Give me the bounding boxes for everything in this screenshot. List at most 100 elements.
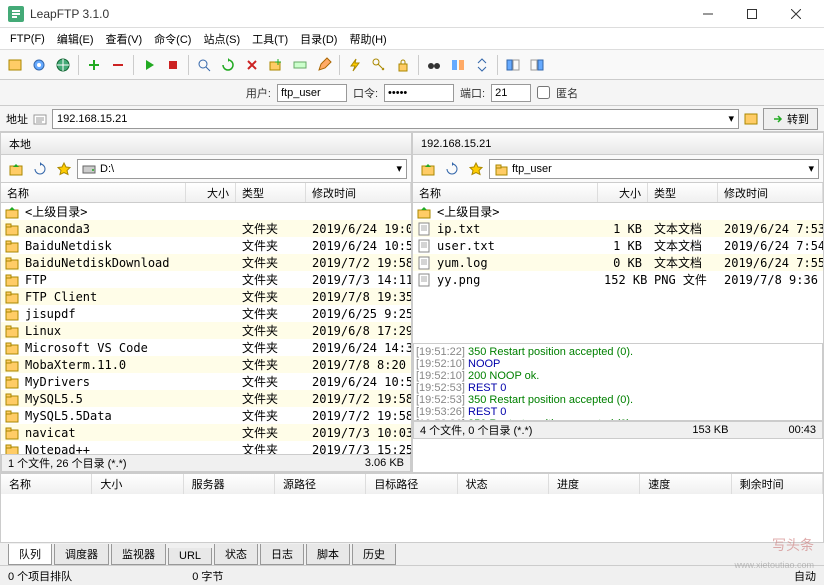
remote-fav-icon[interactable] xyxy=(465,158,487,180)
file-row[interactable]: BaiduNetdiskDownload文件夹2019/7/2 19:58 xyxy=(1,254,411,271)
file-row[interactable]: FTP Client文件夹2019/7/8 19:35 xyxy=(1,288,411,305)
remote-up-icon[interactable] xyxy=(417,158,439,180)
stop-icon[interactable] xyxy=(162,54,184,76)
queue-col[interactable]: 目标路径 xyxy=(366,474,457,494)
chevron-down-icon[interactable]: ▾ xyxy=(396,162,402,175)
local-tab[interactable]: 本地 xyxy=(1,133,411,155)
col-date[interactable]: 修改时间 xyxy=(718,183,823,202)
col-type[interactable]: 类型 xyxy=(236,183,306,202)
key-icon[interactable] xyxy=(368,54,390,76)
file-row[interactable]: yy.png152 KBPNG 文件2019/7/8 9:36 xyxy=(413,271,823,288)
refresh-icon[interactable] xyxy=(217,54,239,76)
remote-path-combo[interactable]: ftp_user ▾ xyxy=(489,159,819,179)
lock-icon[interactable] xyxy=(392,54,414,76)
file-row[interactable]: Linux文件夹2019/6/8 17:29 xyxy=(1,322,411,339)
file-row[interactable]: navicat文件夹2019/7/3 10:03 xyxy=(1,424,411,441)
close-button[interactable] xyxy=(776,2,816,26)
minimize-button[interactable] xyxy=(688,2,728,26)
col-size[interactable]: 大小 xyxy=(186,183,236,202)
file-row[interactable]: ip.txt1 KB文本文档2019/6/24 7:53 xyxy=(413,220,823,237)
chevron-down-icon[interactable]: ▾ xyxy=(808,162,814,175)
col-name[interactable]: 名称 xyxy=(1,183,186,202)
col-date[interactable]: 修改时间 xyxy=(306,183,411,202)
file-row[interactable]: MobaXterm.11.0文件夹2019/7/8 8:20 xyxy=(1,356,411,373)
bottom-tab[interactable]: 监视器 xyxy=(111,544,166,565)
file-row[interactable]: user.txt1 KB文本文档2019/6/24 7:54 xyxy=(413,237,823,254)
queue-col[interactable]: 名称 xyxy=(1,474,92,494)
local-fav-icon[interactable] xyxy=(53,158,75,180)
queue-col[interactable]: 状态 xyxy=(458,474,549,494)
local-path-combo[interactable]: D:\ ▾ xyxy=(77,159,407,179)
globe-icon[interactable] xyxy=(52,54,74,76)
delete-icon[interactable] xyxy=(241,54,263,76)
file-row[interactable]: Microsoft VS Code文件夹2019/6/24 14:3 xyxy=(1,339,411,356)
file-row[interactable]: MyDrivers文件夹2019/6/24 10:5 xyxy=(1,373,411,390)
col-type[interactable]: 类型 xyxy=(648,183,718,202)
menu-item[interactable]: 帮助(H) xyxy=(343,29,392,49)
bottom-tab[interactable]: 状态 xyxy=(214,544,258,565)
go-button[interactable]: 转到 xyxy=(763,108,818,130)
port-input[interactable] xyxy=(491,84,531,102)
rename-icon[interactable] xyxy=(289,54,311,76)
menu-item[interactable]: 编辑(E) xyxy=(51,29,100,49)
local-filelist[interactable]: <上级目录>anaconda3文件夹2019/6/24 19:0BaiduNet… xyxy=(1,203,411,454)
bottom-tab[interactable]: 队列 xyxy=(8,544,52,565)
log-panel[interactable]: [19:51:22] 350 Restart position accepted… xyxy=(413,343,823,421)
bottom-tab[interactable]: URL xyxy=(168,548,212,565)
remote-filelist[interactable]: <上级目录>ip.txt1 KB文本文档2019/6/24 7:53user.t… xyxy=(413,203,823,343)
queue-body[interactable] xyxy=(1,494,823,542)
file-row[interactable]: anaconda3文件夹2019/6/24 19:0 xyxy=(1,220,411,237)
pass-input[interactable] xyxy=(384,84,454,102)
toggle-left-icon[interactable] xyxy=(502,54,524,76)
file-row[interactable]: Notepad++文件夹2019/7/3 15:25 xyxy=(1,441,411,454)
add-icon[interactable] xyxy=(83,54,105,76)
file-row[interactable]: BaiduNetdisk文件夹2019/6/24 10:5 xyxy=(1,237,411,254)
edit-icon[interactable] xyxy=(313,54,335,76)
menu-item[interactable]: FTP(F) xyxy=(4,31,51,47)
remove-icon[interactable] xyxy=(107,54,129,76)
maximize-button[interactable] xyxy=(732,2,772,26)
file-row[interactable]: MySQL5.5文件夹2019/7/2 19:58 xyxy=(1,390,411,407)
queue-col[interactable]: 剩余时间 xyxy=(732,474,823,494)
queue-col[interactable]: 大小 xyxy=(92,474,183,494)
binoculars-icon[interactable] xyxy=(423,54,445,76)
file-row[interactable]: MySQL5.5Data文件夹2019/7/2 19:58 xyxy=(1,407,411,424)
local-up-icon[interactable] xyxy=(5,158,27,180)
bottom-tab[interactable]: 历史 xyxy=(352,544,396,565)
menu-item[interactable]: 查看(V) xyxy=(100,29,149,49)
bottom-tab[interactable]: 脚本 xyxy=(306,544,350,565)
newfolder-icon[interactable] xyxy=(265,54,287,76)
queue-col[interactable]: 服务器 xyxy=(184,474,275,494)
bottom-tab[interactable]: 日志 xyxy=(260,544,304,565)
menu-item[interactable]: 工具(T) xyxy=(246,29,294,49)
updir-row[interactable]: <上级目录> xyxy=(1,203,411,220)
menu-item[interactable]: 目录(D) xyxy=(294,29,343,49)
address-combo[interactable]: 192.168.15.21 ▾ xyxy=(52,109,739,129)
local-refresh-icon[interactable] xyxy=(29,158,51,180)
settings-icon[interactable] xyxy=(28,54,50,76)
bookmark-icon[interactable] xyxy=(743,111,759,127)
col-size[interactable]: 大小 xyxy=(598,183,648,202)
file-row[interactable]: FTP文件夹2019/7/3 14:11 xyxy=(1,271,411,288)
bottom-tab[interactable]: 调度器 xyxy=(54,544,109,565)
col-name[interactable]: 名称 xyxy=(413,183,598,202)
file-row[interactable]: yum.log0 KB文本文档2019/6/24 7:55 xyxy=(413,254,823,271)
play-icon[interactable] xyxy=(138,54,160,76)
queue-col[interactable]: 速度 xyxy=(640,474,731,494)
user-input[interactable] xyxy=(277,84,347,102)
updir-row[interactable]: <上级目录> xyxy=(413,203,823,220)
anon-checkbox[interactable] xyxy=(537,86,550,99)
bolt-icon[interactable] xyxy=(344,54,366,76)
chevron-down-icon[interactable]: ▾ xyxy=(728,112,734,125)
search-icon[interactable] xyxy=(193,54,215,76)
menu-item[interactable]: 站点(S) xyxy=(197,29,246,49)
remote-refresh-icon[interactable] xyxy=(441,158,463,180)
remote-tab[interactable]: 192.168.15.21 xyxy=(413,133,823,155)
toggle-right-icon[interactable] xyxy=(526,54,548,76)
queue-col[interactable]: 源路径 xyxy=(275,474,366,494)
compare-icon[interactable] xyxy=(447,54,469,76)
sites-icon[interactable] xyxy=(4,54,26,76)
file-row[interactable]: jisupdf文件夹2019/6/25 9:25 xyxy=(1,305,411,322)
menu-item[interactable]: 命令(C) xyxy=(148,29,197,49)
sync-icon[interactable] xyxy=(471,54,493,76)
